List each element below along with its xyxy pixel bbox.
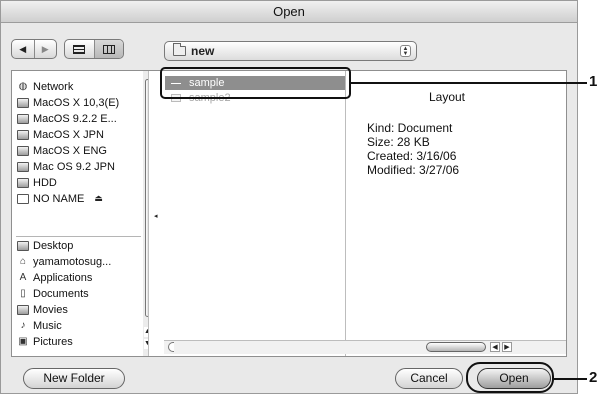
sidebar-item-label: Music [33, 319, 62, 332]
sidebar-item-documents[interactable]: ▯ Documents [17, 286, 145, 301]
music-icon: ♪ [20, 320, 26, 331]
column-view-button[interactable] [93, 40, 123, 58]
sidebar-item-disk[interactable]: MacOS 9.2.2 E... [17, 111, 145, 126]
pictures-icon: ▣ [18, 336, 28, 347]
callout-number-2: 2 [589, 369, 598, 386]
scroll-left-cap [168, 342, 174, 352]
sidebar-item-label: MacOS X ENG [33, 144, 107, 157]
forward-arrow-icon: ▶ [41, 43, 49, 54]
back-button[interactable]: ◀ [12, 40, 34, 58]
back-arrow-icon: ◀ [19, 43, 27, 54]
callout-line-2 [554, 378, 587, 380]
documents-icon: ▯ [20, 288, 26, 299]
preview-modified: Modified: 3/27/06 [367, 163, 460, 177]
sidebar-item-disk[interactable]: Mac OS 9.2 JPN [17, 159, 145, 174]
callout-box-1 [160, 67, 351, 99]
sidebar-item-removable-disk[interactable]: NO NAME ⏏ [17, 191, 145, 206]
scroll-up-icon[interactable]: ▲ [144, 327, 148, 337]
home-icon: ⌂ [19, 256, 27, 267]
preview-kind: Kind: Document [367, 121, 453, 135]
popup-arrows-icon: ▲ ▼ [400, 45, 411, 57]
sidebar-item-home[interactable]: ⌂ yamamotosug... [17, 254, 145, 269]
view-mode-group [64, 39, 124, 59]
sidebar-item-disk[interactable]: MacOS X JPN [17, 127, 145, 142]
callout-line-1 [351, 82, 587, 84]
list-view-button[interactable] [65, 40, 94, 58]
preview-title: Layout [428, 90, 466, 104]
nav-button-group: ◀ ▶ [11, 39, 57, 59]
sidebar-item-movies[interactable]: Movies [17, 302, 145, 317]
callout-box-2 [466, 362, 554, 393]
preview-created: Created: 3/16/06 [367, 149, 457, 163]
scroll-left-icon[interactable]: ◀ [490, 342, 500, 352]
sidebar-item-label: MacOS 9.2.2 E... [33, 112, 117, 125]
sidebar-item-network[interactable]: ◍ Network [17, 79, 145, 94]
disk-icon [17, 145, 29, 156]
sidebar-item-disk[interactable]: MacOS X ENG [17, 143, 145, 158]
sidebar-scroll-thumb[interactable] [145, 79, 148, 317]
sidebar-item-label: NO NAME [33, 192, 85, 205]
window-title: Open [1, 1, 577, 23]
preview-pane: Layout Kind: Document Size: 28 KB Create… [347, 71, 566, 336]
location-label: new [191, 44, 215, 58]
disk-icon [17, 129, 29, 140]
sidebar-item-desktop[interactable]: Desktop [17, 238, 145, 253]
sidebar-item-label: Network [33, 80, 74, 93]
file-column: sample sample2 [163, 71, 346, 356]
disk-icon [17, 97, 29, 108]
list-view-icon [73, 44, 86, 54]
sidebar-item-applications[interactable]: A Applications [17, 270, 145, 285]
scroll-down-icon[interactable]: ▼ [144, 339, 148, 349]
disk-icon [17, 161, 29, 172]
sidebar-item-pictures[interactable]: ▣ Pictures [17, 334, 145, 349]
network-icon: ◍ [18, 81, 28, 92]
resize-handle-icon[interactable]: ◂ [154, 212, 158, 220]
folder-icon [173, 43, 186, 56]
sidebar-item-label: Mac OS 9.2 JPN [33, 160, 115, 173]
file-browser: ◍ Network MacOS X 10,3(E) MacOS 9.2.2 E.… [11, 70, 567, 357]
scroll-right-icon[interactable]: ▶ [502, 342, 512, 352]
eject-icon[interactable]: ⏏ [94, 193, 103, 204]
sidebar-item-disk[interactable]: HDD [17, 175, 145, 190]
horizontal-scroll-thumb[interactable] [426, 342, 486, 352]
sidebar-item-music[interactable]: ♪ Music [17, 318, 145, 333]
sidebar-item-label: MacOS X 10,3(E) [33, 96, 120, 109]
location-popup[interactable]: new ▲ ▼ [164, 41, 417, 61]
disk-icon [17, 113, 29, 124]
removable-disk-icon [17, 193, 29, 204]
column-view-icon [102, 44, 115, 54]
sidebar: ◍ Network MacOS X 10,3(E) MacOS 9.2.2 E.… [12, 71, 149, 356]
new-folder-button[interactable]: New Folder [23, 368, 125, 389]
sidebar-item-label: HDD [33, 176, 57, 189]
sidebar-divider [16, 236, 141, 237]
sidebar-item-label: Pictures [33, 335, 73, 348]
desktop-icon [17, 240, 29, 251]
sidebar-item-label: Documents [33, 287, 89, 300]
applications-icon: A [19, 272, 27, 283]
sidebar-item-disk[interactable]: MacOS X 10,3(E) [17, 95, 145, 110]
forward-button[interactable]: ▶ [33, 40, 57, 58]
cancel-button[interactable]: Cancel [395, 368, 463, 389]
sidebar-item-label: Applications [33, 271, 93, 284]
sidebar-item-label: Desktop [33, 239, 74, 252]
sidebar-item-label: Movies [33, 303, 68, 316]
sidebar-item-label: yamamotosug... [33, 255, 112, 268]
sidebar-item-label: MacOS X JPN [33, 128, 104, 141]
open-dialog: Open ◀ ▶ new ▲ ▼ ◍ Network MacOS X 10,3(E… [0, 0, 578, 394]
preview-size: Size: 28 KB [367, 135, 430, 149]
disk-icon [17, 177, 29, 188]
callout-number-1: 1 [589, 73, 598, 90]
movies-icon [17, 304, 29, 315]
